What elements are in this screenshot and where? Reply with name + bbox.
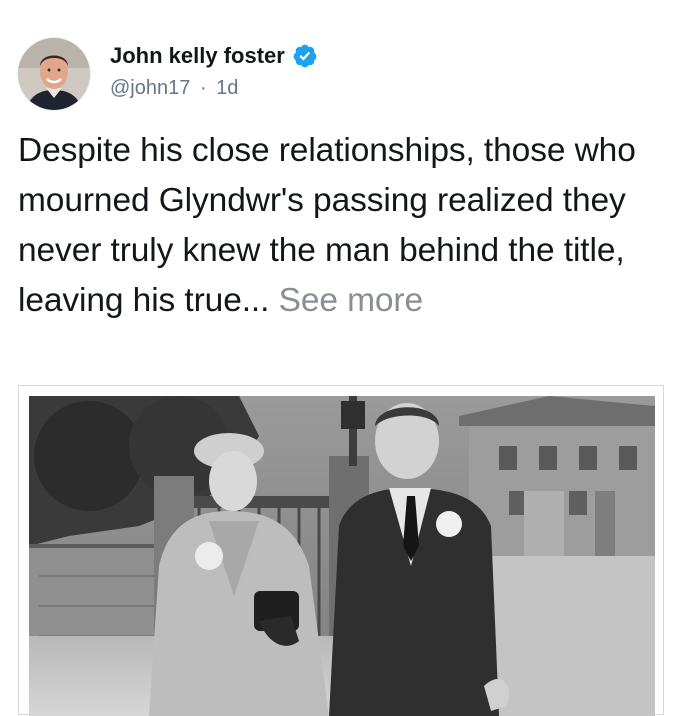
author-handle[interactable]: @john17 bbox=[110, 77, 190, 99]
verified-badge-icon bbox=[292, 43, 318, 69]
tweet-timestamp[interactable]: 1d bbox=[216, 77, 238, 99]
avatar-photo-icon bbox=[18, 38, 90, 110]
author-avatar[interactable] bbox=[18, 38, 90, 110]
tweet-photo[interactable] bbox=[29, 396, 655, 716]
meta-separator: · bbox=[199, 77, 207, 99]
see-more-link[interactable]: See more bbox=[279, 282, 424, 319]
tweet-media-card[interactable] bbox=[18, 385, 664, 716]
black-and-white-photo-icon bbox=[29, 396, 655, 716]
author-display-name[interactable]: John kelly foster bbox=[110, 43, 285, 69]
author-meta-row: @john17 · 1d bbox=[110, 77, 238, 100]
tweet-body: Despite his close relationships, those w… bbox=[18, 126, 682, 326]
author-name-row: John kelly foster bbox=[110, 42, 318, 70]
tweet-header: John kelly foster @john17 · 1d bbox=[18, 38, 678, 112]
